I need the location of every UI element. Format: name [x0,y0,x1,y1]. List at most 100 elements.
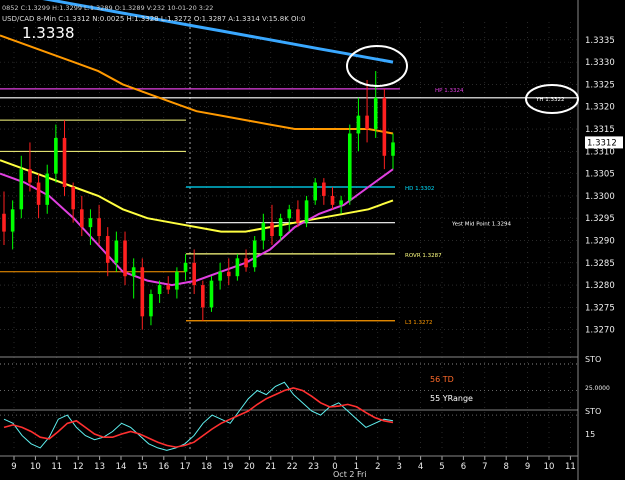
level-label: HP 1.3324 [435,88,464,94]
price-tick-label: 1.3290 [585,237,615,247]
time-tick-label: 7 [482,462,487,472]
candle-body [19,169,24,210]
candle-body [54,137,58,174]
sto-tick-label: 15 [585,430,595,439]
price-tick-label: 1.3315 [585,125,615,135]
candle-body [347,133,352,201]
candle-body [131,267,136,277]
level-label: ROVR 1.3287 [405,253,442,259]
time-tick-label: 17 [180,462,191,472]
candle-body [391,142,395,156]
candle-body [313,182,317,201]
candle-body [28,169,32,183]
candle-body [252,240,257,268]
price-chart[interactable]: HP 1.3324 YH 1.3322 HD 1.3302 Yest Mid Poin… [0,0,625,480]
date-label: Oct 2 Fri [333,470,367,479]
time-tick-label: 2 [375,462,380,472]
time-tick-label: 11 [51,462,62,472]
header-info: 0852 C:1.3299 H:1.3299 L:1.3289 O:1.3289… [2,4,213,12]
candle-body [201,285,205,308]
time-tick-label: 4 [418,462,423,472]
candle-body [88,218,93,228]
price-tick-label: 1.3275 [585,303,615,313]
price-tick-label: 1.3295 [585,214,615,224]
candle-body [270,222,274,237]
candle-body [10,209,15,232]
candle-body [226,271,231,277]
candle-body [97,218,101,237]
candle-body [209,280,214,308]
price-tick-label: 1.3270 [585,326,615,336]
candle-body [36,182,41,205]
level-label: L3 1.3272 [405,320,433,326]
time-tick-label: 18 [201,462,212,472]
candle-body [149,294,153,317]
candle-body [322,182,326,196]
candle-body [183,262,188,272]
price-tick-label: 1.3305 [585,170,615,180]
candle-body [278,218,283,237]
candle-body [235,258,240,277]
sto-label-td: 56 TD [430,375,454,384]
candle-body [45,173,50,205]
candle-body [192,262,196,286]
level-label: HD 1.3302 [405,186,434,192]
price-tick-label: 1.3280 [585,281,615,291]
level-label: YH 1.3322 [535,97,565,103]
time-tick-label: 10 [30,462,41,472]
candle-body [365,115,369,130]
candle-body [123,240,127,277]
candle-body [62,137,67,187]
candle-body [71,187,75,210]
candle-body [373,97,378,130]
time-tick-label: 15 [137,462,148,472]
candle-body [287,209,292,219]
time-tick-label: 9 [11,462,16,472]
candle-body [218,271,222,281]
sto-label-yrange: 55 YRange [430,394,473,403]
candle-body [105,236,110,263]
price-tick-label: 1.3285 [585,259,615,269]
time-tick-label: 9 [525,462,530,472]
time-tick-label: 13 [94,462,105,472]
time-tick-label: 11 [565,462,576,472]
time-tick-label: 10 [544,462,555,472]
candle-body [114,240,119,263]
price-tick-label: 1.3335 [585,36,615,46]
time-tick-label: 8 [503,462,508,472]
candle-body [140,267,145,317]
sto-tick-label: 25.0000 [585,385,610,392]
time-tick-label: 23 [308,462,319,472]
time-tick-label: 3 [396,462,401,472]
time-tick-label: 21 [265,462,276,472]
time-tick-label: 20 [244,462,255,472]
sto-tick-label: STO [585,407,601,416]
candle-body [244,258,248,268]
price-tick-label: 1.3330 [585,58,615,68]
candle-body [356,115,361,134]
candle-body [175,271,179,290]
candle-body [157,285,162,295]
time-tick-label: 22 [287,462,298,472]
time-tick-label: 16 [158,462,169,472]
candle-body [261,222,266,241]
time-tick-label: 19 [223,462,234,472]
candle-body [330,195,335,205]
time-tick-label: 5 [439,462,444,472]
price-tick-label: 1.3310 [585,147,615,157]
sto-tick-label: STO [585,355,601,364]
price-tick-label: 1.3325 [585,80,615,90]
time-tick-label: 6 [461,462,466,472]
big-price: 1.3338 [22,24,75,42]
candle-body [304,200,309,223]
symbol-line: USD/CAD 8-Min C:1.3312 N:0.0025 H:1.3328… [2,15,305,23]
candle-body [166,285,171,290]
price-tick-label: 1.3300 [585,192,615,202]
level-label: Yest Mid Point 1.3294 [451,222,511,228]
candle-body [339,200,343,205]
last-price-label: 1.3312 [587,138,617,148]
candle-body [382,97,387,156]
time-tick-label: 12 [73,462,84,472]
candle-body [296,209,300,223]
candle-body [2,213,6,232]
